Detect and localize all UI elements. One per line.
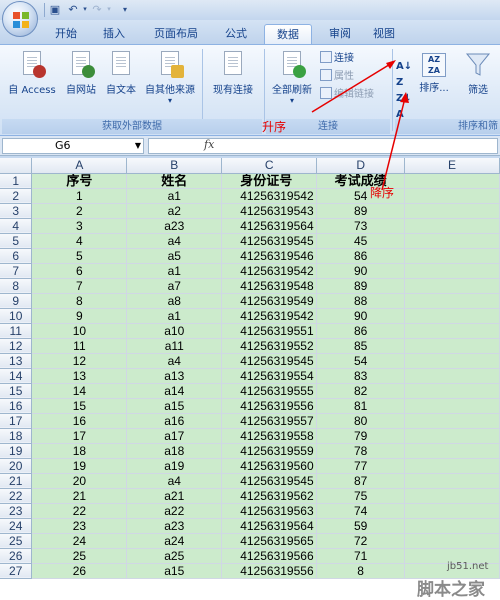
descending-arrowhead [400,92,409,103]
office-button[interactable] [2,1,38,37]
ascending-arrow [311,62,393,113]
watermark-brand: 脚本之家 [417,580,485,600]
ascending-annotation: 升序 [262,120,287,134]
descending-arrow [381,97,406,191]
descending-annotation: 降序 [370,186,395,200]
ascending-arrowhead [386,60,396,69]
annotation-arrows [311,60,409,191]
office-logo-icon [13,12,29,28]
watermark-site: jb51.net [447,561,489,572]
